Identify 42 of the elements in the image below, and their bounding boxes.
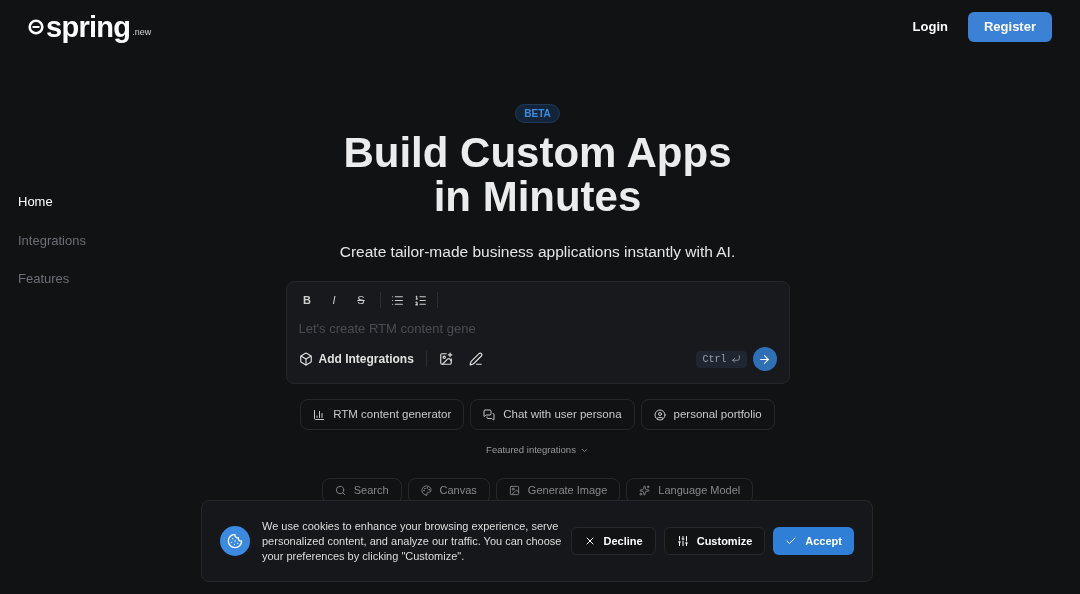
chat-bubbles-icon [483,408,496,421]
customize-button[interactable]: Customize [663,527,766,555]
featured-integrations-toggle[interactable]: Featured integrations [486,443,589,458]
login-button[interactable]: Login [912,17,948,37]
shortcut-hint: Ctrl [696,350,747,368]
palette-icon [420,485,432,496]
decline-button[interactable]: Decline [570,527,656,555]
cube-icon [298,352,313,367]
strikethrough-button[interactable]: S [352,290,370,311]
search-icon [334,485,346,496]
sparkle-icon [639,485,651,496]
logo-wordmark: spring [46,12,131,42]
bar-chart-icon [313,408,326,421]
suggestion-chip[interactable]: personal portfolio [640,399,775,431]
hero-title: Build Custom Apps in Minutes [343,131,732,219]
add-integrations-button[interactable]: Add Integrations [298,350,414,369]
suggestion-chip[interactable]: Chat with user persona [470,399,635,431]
bullet-list-icon[interactable] [390,293,404,307]
cookie-message: We use cookies to enhance your browsing experience, serve personalized content, and analyze our traffic. You can choose your preferences by clicking "Customize". [262,518,563,564]
cookie-icon [220,526,250,556]
beta-badge: BETA [515,104,560,123]
hero-subtitle: Create tailor-made business applications instantly with AI. [339,242,736,262]
checkmark-icon [785,535,798,547]
nav-link[interactable]: Integrations [18,230,210,250]
pen-icon[interactable] [468,352,483,367]
image-icon [508,485,520,496]
logo-suffix: .new [132,26,152,39]
user-circle-icon [653,408,666,421]
image-plus-icon[interactable] [438,352,453,367]
enter-key-icon [730,354,741,365]
nav-link[interactable]: Home [18,192,210,212]
accept-button[interactable]: Accept [773,527,854,555]
suggestion-chip[interactable]: RTM content generator [300,399,465,431]
numbered-list-icon[interactable] [413,293,427,307]
logo-icon [28,18,44,35]
send-button[interactable] [752,347,777,372]
nav-link[interactable]: Features [18,269,210,289]
register-button[interactable]: Register [967,12,1052,42]
sliders-icon [676,535,689,547]
bold-button[interactable]: B [298,290,316,311]
arrow-right-icon [758,352,771,366]
italic-button[interactable]: I [325,290,343,311]
